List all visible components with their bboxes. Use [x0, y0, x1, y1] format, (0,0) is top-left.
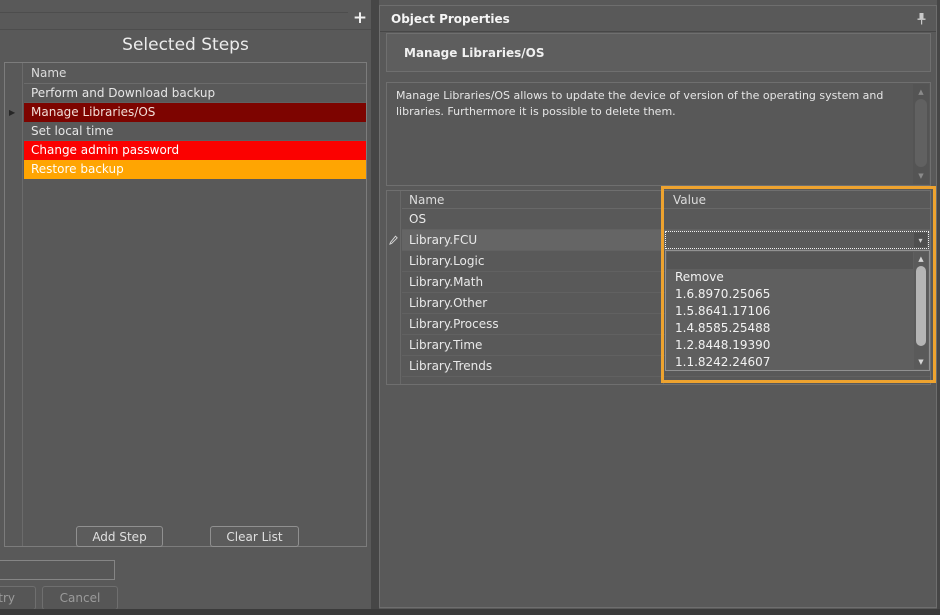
- clear-list-button[interactable]: Clear List: [210, 526, 299, 547]
- panel-splitter[interactable]: [371, 0, 379, 609]
- retry-label: try: [0, 591, 15, 605]
- selected-steps-title: Selected Steps: [0, 35, 371, 55]
- property-name: OS: [409, 212, 426, 226]
- step-label: Set local time: [31, 124, 113, 138]
- dropdown-item[interactable]: 1.4.8585.25488: [667, 320, 913, 337]
- object-description-text: Manage Libraries/OS allows to update the…: [387, 83, 930, 120]
- step-name-input[interactable]: [0, 560, 115, 580]
- dropdown-scrollbar[interactable]: ▲ ▼: [914, 252, 928, 369]
- dropdown-item[interactable]: 1.5.8641.17106: [667, 303, 913, 320]
- dropdown-item-label: Remove: [675, 270, 724, 284]
- version-dropdown-list: Remove 1.6.8970.25065 1.5.8641.17106 1.4…: [665, 250, 930, 371]
- add-panel-button[interactable]: +: [350, 8, 370, 28]
- cancel-label: Cancel: [60, 591, 101, 605]
- object-description-box: Manage Libraries/OS allows to update the…: [386, 82, 931, 186]
- divider: [0, 12, 348, 13]
- application-window: + Selected Steps ▶ Name Perform and Down…: [0, 0, 940, 615]
- cancel-button[interactable]: Cancel: [42, 586, 118, 610]
- dropdown-item[interactable]: 1.2.8448.19390: [667, 337, 913, 354]
- step-row[interactable]: Set local time: [24, 122, 366, 141]
- chevron-down-icon: ▾: [918, 236, 922, 245]
- property-name: Library.Process: [409, 317, 499, 331]
- dropdown-item[interactable]: Remove: [667, 269, 913, 286]
- dropdown-item-label: 1.5.8641.17106: [675, 304, 770, 318]
- scroll-down-icon[interactable]: ▼: [914, 358, 928, 366]
- object-properties-header: Object Properties: [380, 6, 936, 32]
- step-label: Restore backup: [31, 162, 124, 176]
- retry-button[interactable]: try: [0, 586, 36, 610]
- clear-list-label: Clear List: [226, 530, 282, 544]
- dropdown-item[interactable]: 1.6.8970.25065: [667, 286, 913, 303]
- current-row-pointer-icon: ▶: [9, 103, 15, 122]
- pencil-icon: [388, 234, 399, 249]
- dropdown-item[interactable]: 1.1.8242.24607: [667, 354, 913, 371]
- divider: [0, 29, 371, 30]
- scrollbar-thumb[interactable]: [916, 266, 926, 346]
- step-label: Manage Libraries/OS: [31, 105, 155, 119]
- name-column-header: Name: [409, 191, 444, 209]
- combobox-dropdown-button[interactable]: ▾: [914, 233, 927, 247]
- object-properties-title: Object Properties: [391, 12, 510, 26]
- property-name: Library.Trends: [409, 359, 492, 373]
- property-name: Library.FCU: [409, 233, 477, 247]
- dropdown-item-label: 1.1.8242.24607: [675, 355, 770, 369]
- step-label: Perform and Download backup: [31, 86, 215, 100]
- pin-icon[interactable]: [916, 12, 927, 26]
- properties-row-gutter: [387, 191, 401, 384]
- dropdown-item-label: 1.4.8585.25488: [675, 321, 770, 335]
- add-step-button[interactable]: Add Step: [76, 526, 163, 547]
- scroll-down-icon[interactable]: ▼: [913, 171, 929, 181]
- column-separator[interactable]: [663, 191, 664, 384]
- steps-panel: + Selected Steps ▶ Name Perform and Down…: [0, 0, 371, 609]
- dropdown-item[interactable]: [667, 252, 913, 269]
- scrollbar-thumb[interactable]: [915, 99, 927, 167]
- add-step-label: Add Step: [92, 530, 146, 544]
- steps-header-row: Name: [24, 63, 366, 84]
- property-name: Library.Time: [409, 338, 482, 352]
- step-label: Change admin password: [31, 143, 179, 157]
- scroll-up-icon[interactable]: ▲: [913, 87, 929, 97]
- property-name: Library.Logic: [409, 254, 484, 268]
- dropdown-item-label: 1.2.8448.19390: [675, 338, 770, 352]
- selected-steps-table: ▶ Name Perform and Download backup Manag…: [4, 62, 367, 547]
- plus-icon: +: [353, 8, 367, 28]
- scroll-up-icon[interactable]: ▲: [914, 255, 928, 263]
- window-bottom-edge: [0, 609, 940, 615]
- property-name: Library.Other: [409, 296, 487, 310]
- description-scrollbar[interactable]: ▲ ▼: [913, 84, 929, 184]
- properties-header-row: Name Value: [402, 191, 930, 209]
- library-fcu-value-combobox[interactable]: ▾: [665, 231, 929, 249]
- object-title-label: Manage Libraries/OS: [404, 46, 545, 60]
- dropdown-item-label: 1.6.8970.25065: [675, 287, 770, 301]
- step-row-warning[interactable]: Restore backup: [24, 160, 366, 179]
- object-title-box: Manage Libraries/OS: [386, 33, 931, 72]
- steps-header-label: Name: [31, 66, 66, 80]
- property-row[interactable]: OS: [402, 209, 930, 230]
- step-row[interactable]: Perform and Download backup: [24, 84, 366, 103]
- property-name: Library.Math: [409, 275, 483, 289]
- step-row-error[interactable]: Change admin password: [24, 141, 366, 160]
- value-column-header: Value: [673, 191, 706, 209]
- row-gutter: ▶: [5, 63, 23, 546]
- step-row-selected[interactable]: Manage Libraries/OS: [24, 103, 366, 122]
